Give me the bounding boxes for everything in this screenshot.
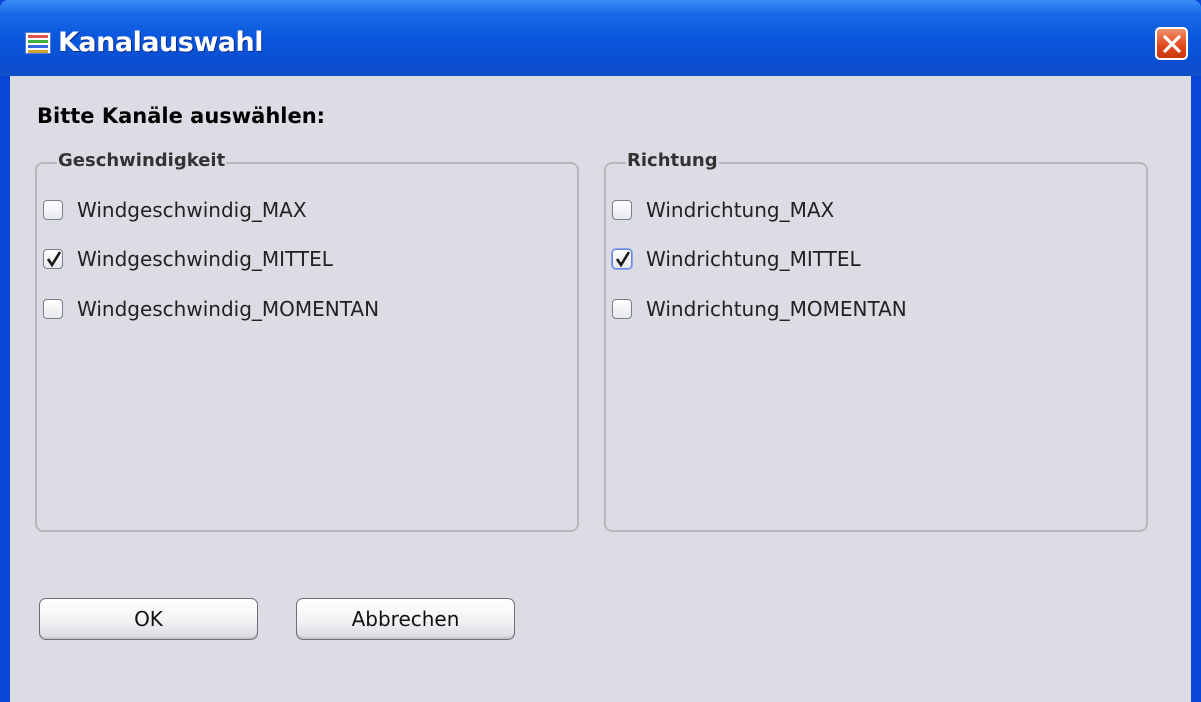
cancel-button[interactable]: Abbrechen [296,598,515,640]
checkbox-box[interactable] [612,249,632,269]
checkbox-windgeschwindig-momentan[interactable]: Windgeschwindig_MOMENTAN [43,296,379,322]
checkbox-label: Windgeschwindig_MITTEL [77,247,333,271]
window-title: Kanalauswahl [58,27,264,58]
close-icon [1163,35,1181,53]
checkbox-box[interactable] [43,299,63,319]
group-legend-geschwindigkeit: Geschwindigkeit [57,150,227,171]
group-richtung: Richtung Windrichtung_MAX Windrichtung_M… [604,150,1148,532]
checkmark-icon [46,251,62,268]
ok-button[interactable]: OK [39,598,258,640]
checkbox-label: Windgeschwindig_MOMENTAN [77,297,380,321]
checkbox-label: Windgeschwindig_MAX [77,198,307,222]
instruction-heading: Bitte Kanäle auswählen: [37,104,326,128]
group-legend-richtung: Richtung [626,150,719,171]
checkmark-icon [615,251,631,268]
checkbox-label: Windrichtung_MAX [646,198,835,222]
checkbox-label: Windrichtung_MOMENTAN [646,297,907,321]
checkbox-box[interactable] [612,299,632,319]
checkbox-windrichtung-mittel[interactable]: Windrichtung_MITTEL [612,246,861,272]
window-icon [25,32,51,54]
checkbox-windrichtung-momentan[interactable]: Windrichtung_MOMENTAN [612,296,907,322]
checkbox-box[interactable] [43,200,63,220]
checkbox-box[interactable] [612,200,632,220]
checkbox-windgeschwindig-mittel[interactable]: Windgeschwindig_MITTEL [43,246,333,272]
dialog-content: Bitte Kanäle auswählen: Geschwindigkeit … [10,76,1191,702]
close-button[interactable] [1155,27,1188,60]
checkbox-label: Windrichtung_MITTEL [646,247,861,271]
checkbox-windgeschwindig-max[interactable]: Windgeschwindig_MAX [43,197,307,223]
checkbox-windrichtung-max[interactable]: Windrichtung_MAX [612,197,834,223]
checkbox-box[interactable] [43,249,63,269]
dialog-window: Kanalauswahl Bitte Kanäle auswählen: Ges… [0,0,1201,702]
title-bar[interactable]: Kanalauswahl [0,0,1201,76]
group-geschwindigkeit: Geschwindigkeit Windgeschwindig_MAX Wind… [35,150,579,532]
